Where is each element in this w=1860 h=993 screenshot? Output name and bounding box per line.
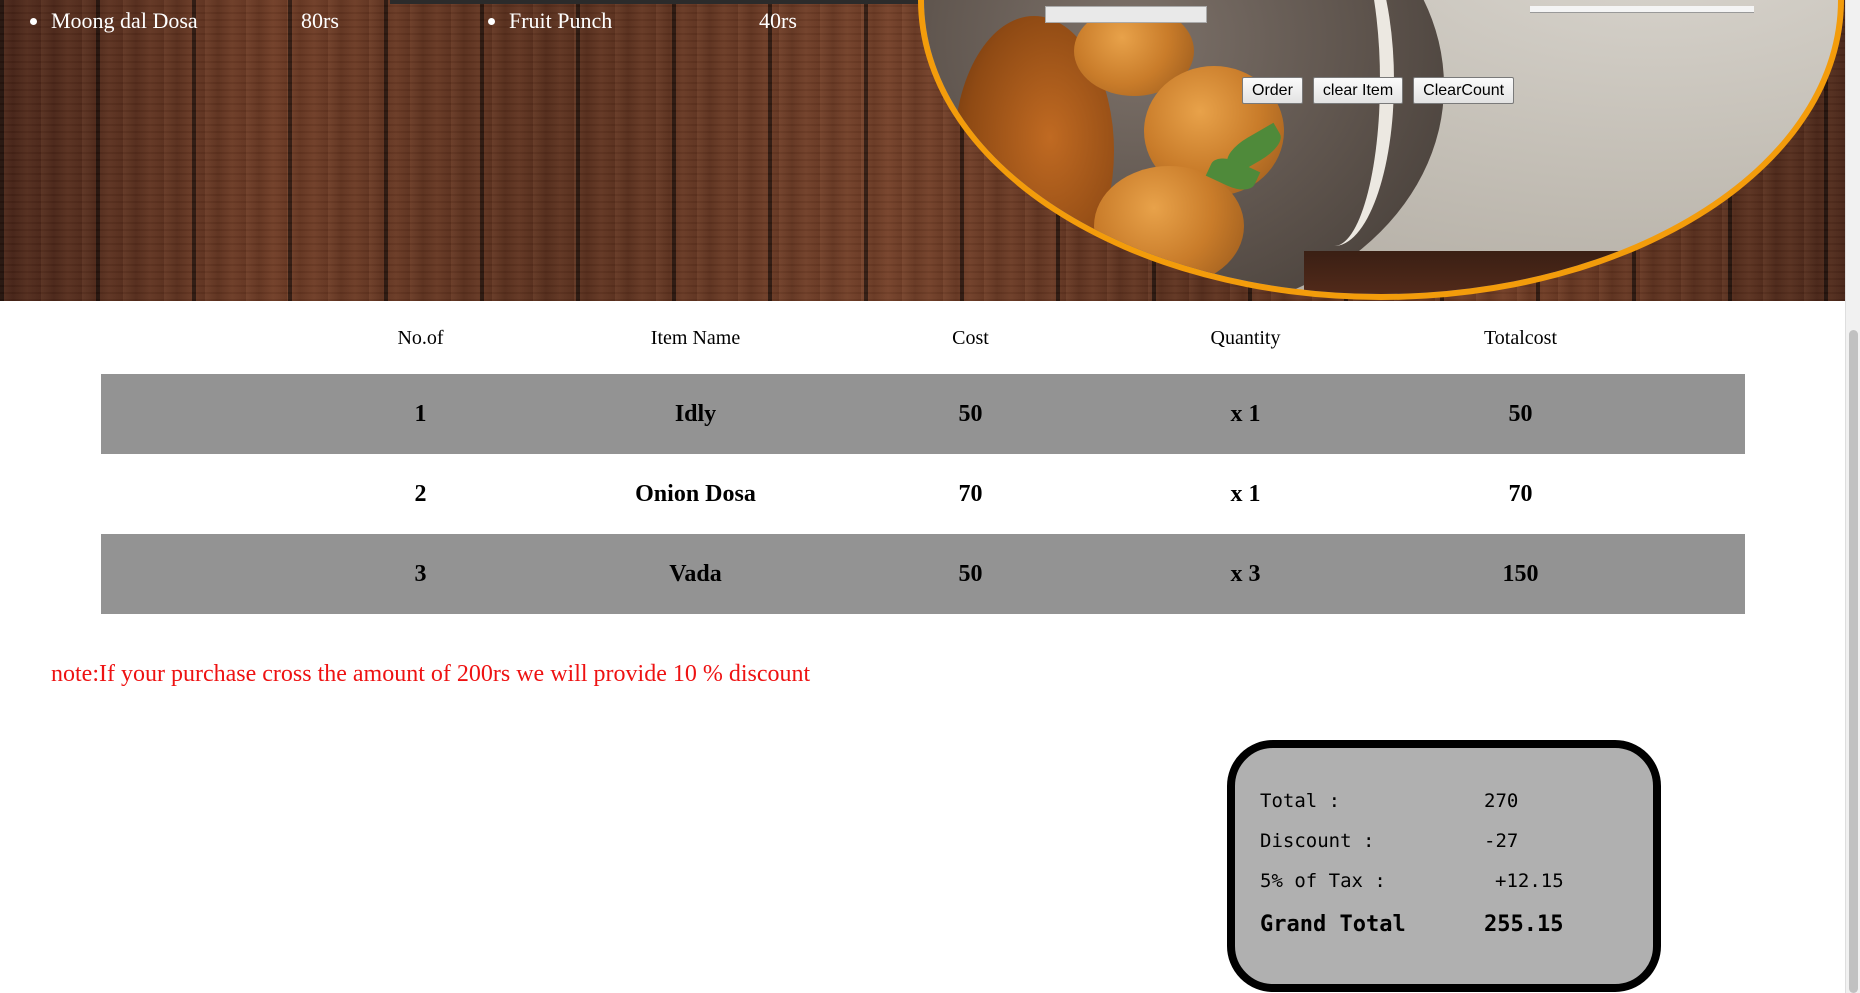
bill-summary: Total : 270 Discount : -27 5% of Tax : +… <box>1227 740 1661 992</box>
header-item-name: Item Name <box>650 326 741 349</box>
bill-tax-label: 5% of Tax : <box>1260 870 1386 892</box>
wood-edge <box>1304 251 1838 294</box>
cell-quantity: x 1 <box>1108 374 1383 454</box>
bill-discount-value: -27 <box>1484 830 1519 852</box>
cell-totalcost: 150 <box>1383 534 1658 614</box>
cell-totalcost: 70 <box>1508 480 1533 507</box>
cell-item-name: Vada <box>558 534 833 614</box>
bill-total-label: Total : <box>1260 790 1341 812</box>
cell-cost: 50 <box>833 534 1108 614</box>
table-spacer <box>101 374 283 454</box>
discount-note: note:If your purchase cross the amount o… <box>51 661 811 687</box>
count-input[interactable] <box>1530 6 1754 13</box>
cell-quantity: x 1 <box>1230 480 1261 507</box>
cell-no: 1 <box>283 374 558 454</box>
menu-item-price: 40rs <box>759 8 797 33</box>
cell-totalcost: 50 <box>1383 374 1658 454</box>
table-spacer <box>1658 302 1745 374</box>
scrollbar-thumb[interactable] <box>1849 330 1858 993</box>
header-quantity: Quantity <box>1210 326 1281 349</box>
bill-discount-label: Discount : <box>1260 830 1375 852</box>
cell-no: 2 <box>414 480 427 507</box>
cell-cost: 70 <box>958 480 983 507</box>
menu-item-name: Moong dal Dosa <box>51 8 198 33</box>
cell-item-name: Onion Dosa <box>635 480 756 507</box>
bill-grand-total-value: 255.15 <box>1484 912 1564 937</box>
cell-cost: 50 <box>833 374 1108 454</box>
table-spacer <box>1658 534 1745 614</box>
table-spacer <box>101 454 283 534</box>
cell-item-name: Idly <box>558 374 833 454</box>
vertical-scrollbar[interactable] <box>1845 0 1860 993</box>
header-no: No.of <box>397 326 444 349</box>
table-row: 1 Idly 50 x 1 50 <box>101 374 1745 454</box>
bill-grand-total-label: Grand Total <box>1260 912 1406 937</box>
table-spacer <box>101 302 283 374</box>
bill-total-value: 270 <box>1484 790 1519 812</box>
cell-no: 3 <box>283 534 558 614</box>
clear-item-button[interactable]: clear Item <box>1312 77 1404 104</box>
order-button[interactable]: Order <box>1242 77 1303 104</box>
table-spacer <box>1658 454 1745 534</box>
bill-tax-value: +12.15 <box>1495 870 1564 892</box>
header-totalcost: Totalcost <box>1483 326 1558 349</box>
table-row: 3 Vada 50 x 3 150 <box>101 534 1745 614</box>
menu-item-price: 80rs <box>301 8 339 33</box>
table-row: 2 Onion Dosa 70 x 1 70 <box>101 454 1745 534</box>
order-table: No.of Item Name Cost Quantity Totalcost … <box>101 302 1745 614</box>
clear-count-button[interactable]: ClearCount <box>1413 77 1515 104</box>
table-spacer <box>101 534 283 614</box>
item-input[interactable] <box>1045 6 1207 23</box>
vada-image <box>1094 166 1244 286</box>
action-buttons: Order clear Item ClearCount <box>1242 77 1515 104</box>
cell-quantity: x 3 <box>1108 534 1383 614</box>
table-spacer <box>1658 374 1745 454</box>
header-cost: Cost <box>952 326 989 349</box>
hero-banner: Moong dal Dosa 80rs Fruit Punch 40rs Ord… <box>0 0 1845 301</box>
food-image-oval <box>918 0 1844 300</box>
table-header-row: No.of Item Name Cost Quantity Totalcost <box>101 302 1745 374</box>
menu-item-name: Fruit Punch <box>509 8 613 33</box>
